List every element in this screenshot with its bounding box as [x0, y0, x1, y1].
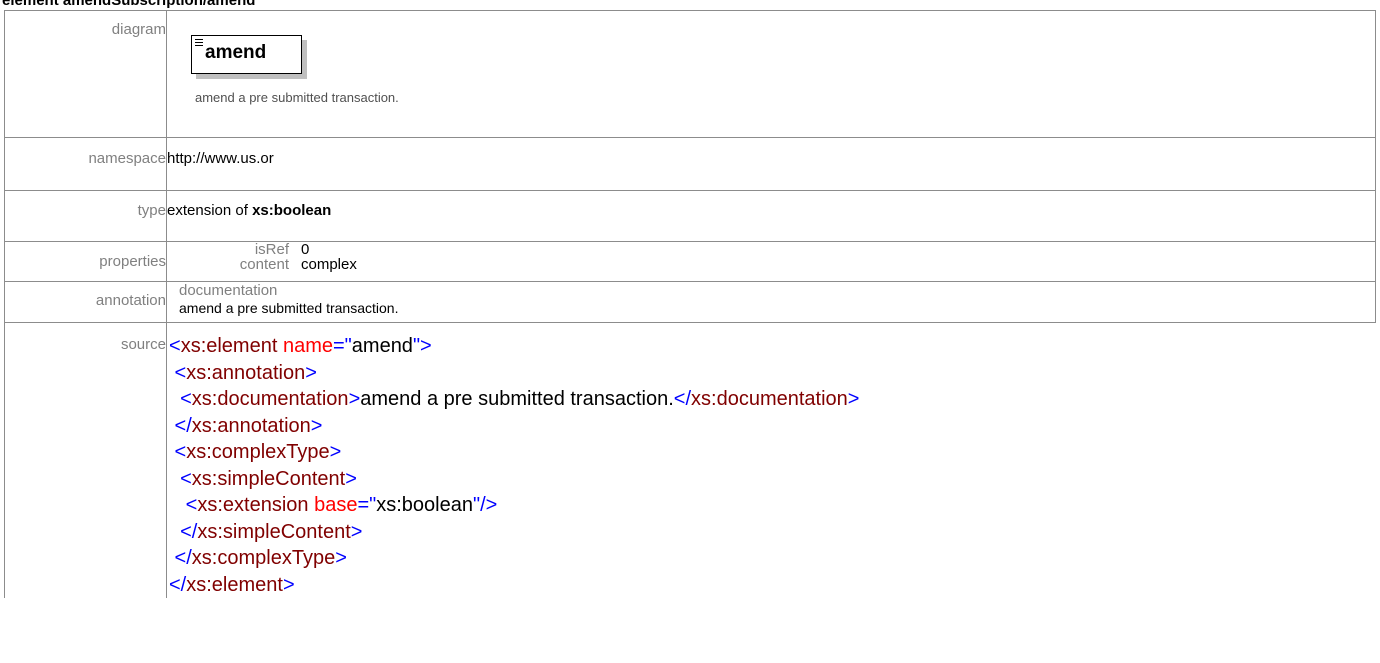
source-row: source <xs:element name="amend"> <xs:ann… — [4, 322, 1376, 598]
source-cell: <xs:element name="amend"> <xs:annotation… — [166, 322, 1376, 598]
property-key: content — [239, 256, 289, 273]
diagram-row: diagram amend amend a pre submitted tran… — [4, 10, 1376, 138]
properties-row: properties isRef 0 content complex — [4, 241, 1376, 282]
documentation-key: documentation — [179, 282, 278, 299]
property-key: isRef — [254, 241, 289, 258]
page-heading: element amendSubscription/amend — [2, 0, 256, 9]
property-value: complex — [301, 256, 357, 273]
documentation-value: amend a pre submitted transaction. — [179, 300, 399, 316]
source-code: <xs:element name="amend"> <xs:annotation… — [167, 323, 1376, 598]
source-line: <xs:documentation>amend a pre submitted … — [169, 388, 860, 410]
annotation-cell: documentation amend a pre submitted tran… — [166, 281, 1376, 323]
property-row: content complex — [169, 257, 357, 272]
row-label: diagram — [4, 10, 167, 138]
row-label: source — [4, 322, 167, 598]
property-value: 0 — [301, 241, 310, 258]
source-line: <xs:complexType> — [169, 441, 342, 463]
source-line: </xs:simpleContent> — [169, 520, 363, 543]
element-diagram: amend amend a pre submitted transaction. — [191, 35, 411, 125]
element-name: amend — [205, 42, 267, 63]
source-line: <xs:element name="amend"> — [169, 335, 432, 357]
source-line: <xs:extension base="xs:boolean"/> — [169, 494, 498, 516]
source-line: </xs:element> — [169, 573, 295, 596]
source-line: </xs:complexType> — [169, 547, 347, 569]
namespace-value: http://www.us.or — [166, 137, 1376, 191]
namespace-row: namespace http://www.us.or — [4, 137, 1376, 191]
diagram-cell: amend amend a pre submitted transaction. — [166, 10, 1376, 138]
properties-cell: isRef 0 content complex — [166, 241, 1376, 282]
element-box[interactable]: amend — [191, 35, 302, 74]
properties-table: isRef 0 content complex — [169, 242, 357, 272]
type-prefix: extension of — [167, 202, 253, 219]
row-label: annotation — [4, 281, 167, 323]
source-line: </xs:annotation> — [169, 414, 323, 437]
element-doc-table: diagram amend amend a pre submitted tran… — [4, 10, 1376, 598]
annotation-row: annotation documentation amend a pre sub… — [4, 281, 1376, 323]
type-row: type extension of xs:boolean — [4, 190, 1376, 242]
source-line: <xs:simpleContent> — [169, 467, 357, 490]
row-label: properties — [4, 241, 167, 282]
row-label: namespace — [4, 137, 167, 191]
row-label: type — [4, 190, 167, 242]
element-lines-icon — [195, 39, 203, 48]
type-base-link[interactable]: xs:boolean — [252, 202, 331, 219]
page: element amendSubscription/amend diagram … — [0, 0, 1380, 663]
type-value: extension of xs:boolean — [166, 190, 1376, 242]
diagram-note: amend a pre submitted transaction. — [195, 90, 399, 105]
property-row: isRef 0 — [169, 242, 357, 257]
source-line: <xs:annotation> — [169, 361, 317, 384]
